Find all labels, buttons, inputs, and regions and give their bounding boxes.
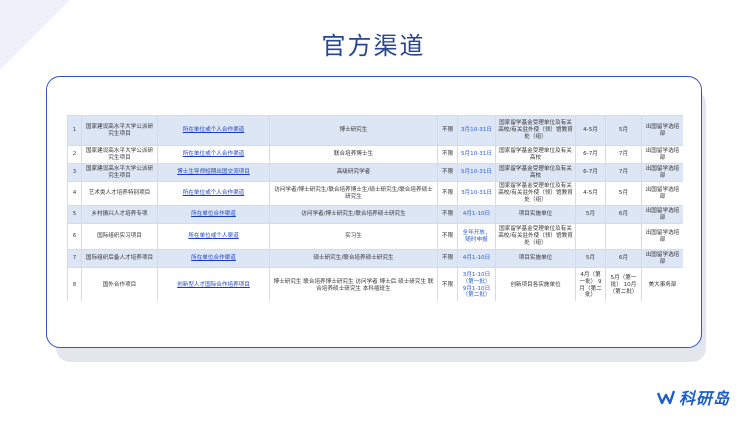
cell-limit: 不限 [437,223,458,250]
cell-c9: 5月 [605,181,642,206]
cell-date: 全年开放，随时申报 [457,223,496,250]
cell-limit: 不限 [437,249,458,268]
program-table: 1 国家建设高水平大学公派研究生项目 所在单位或个人合作渠道 博士研究生 不限 3月10-… [67,115,683,301]
cell-category: 高级研究学者 [269,163,438,182]
cell-no: 3 [67,163,82,182]
cell-c8: 4月（第一批） 9月（第二批） [575,267,606,301]
cell-category: 联合培养博士生 [269,145,438,164]
cell-date: 4月1-10日 [457,205,496,224]
cell-no: 2 [67,145,82,164]
cell-c9: 7月 [605,145,642,164]
brand-logo: 科研岛 [656,386,730,408]
cell-c8: 5月 [575,205,606,224]
cell-c9: 6月 [605,205,642,224]
cell-date: 3月10-31日 [457,115,496,146]
cell-category: 实习生 [269,223,438,250]
table-row: 5 乡村振兴人才培养专项 所在单位合作渠道 访问学者/博士研究生/联合培养硕士研究生不… [67,205,683,224]
cell-limit: 不限 [437,163,458,182]
cell-no: 6 [67,223,82,250]
cell-date: 5月10-31日 [457,145,496,164]
cell-channel[interactable]: 所在单位合作渠道 [157,205,270,224]
cell-unit: 项目实施单位 [495,249,576,268]
cell-channel[interactable]: 所在单位或个人渠道 [157,223,270,250]
cell-no: 8 [67,267,82,301]
table-row: 7 国际组织后备人才培养项目 所在单位合作渠道 硕士研究生/联合培养硕士研究生 不限 4月… [67,249,683,268]
cell-channel[interactable]: 所在单位或个人合作渠道 [157,145,270,164]
cell-channel[interactable]: 所在单位或个人合作渠道 [157,115,270,146]
cell-unit: 国家留学基金受理单位及有关高校/有关驻外使（领）馆教育处（组） [495,223,576,250]
cell-unit: 国家留学基金受理单位及有关高校/有关驻外使（领）馆教育处（组） [495,115,576,146]
cell-c8: 6-7月 [575,145,606,164]
cell-name: 国家建设高水平大学公派研究生项目 [81,163,158,182]
table-row: 3 国家建设高水平大学公派研究生项目 博士生导师短期出国交流项目 高级研究学者 不限 5月… [67,163,683,182]
cell-c9: 5月（第一批） 10月（第二批） [605,267,642,301]
cell-c10: 出国留学选培部 [641,145,683,164]
cell-date: 3月1-10日（第一批） 9月1-10日（第二批） [457,267,496,301]
cell-name: 乡村振兴人才培养专项 [81,205,158,224]
cell-channel[interactable]: 博士生导师短期出国交流项目 [157,163,270,182]
cell-name: 艺术类人才培养特别项目 [81,181,158,206]
table-row: 8 国外合作项目 创新型人才国际合作培养项目 博士研究生 联合培养博士研究生 访问学者… [67,267,683,301]
cell-name: 国际组织后备人才培养项目 [81,249,158,268]
cell-category: 博士研究生 [269,115,438,146]
logo-text: 科研岛 [679,389,731,408]
cell-category: 硕士研究生/联合培养硕士研究生 [269,249,438,268]
cell-c10: 出国留学选培部 [641,223,683,250]
cell-date: 4月1-10日 [457,249,496,268]
cell-unit: 创新项目各实施单位 [495,267,576,301]
page-title: 官方渠道 [321,32,426,60]
cell-c9 [605,223,642,250]
cell-date: 5月10-31日 [457,163,496,182]
cell-c10: 美大事务部 [641,267,683,301]
cell-name: 国家建设高水平大学公派研究生项目 [81,145,158,164]
cell-c8: 5月 [575,249,606,268]
cell-name: 国外合作项目 [81,267,158,301]
cell-category: 访问学者/博士研究生/联合培养博士生/硕士研究生/联合培养硕士研究生 [269,181,438,206]
table-row: 6 国际组织实习项目 所在单位或个人渠道 实习生 不限 全年开放，随时申报 国家留学基金受理… [67,223,683,250]
table-row: 4 艺术类人才培养特别项目 所在单位或个人合作渠道 访问学者/博士研究生/联合培养博士… [67,181,683,206]
cell-c10: 出国留学选培部 [641,249,683,268]
table-row: 2 国家建设高水平大学公派研究生项目 所在单位或个人合作渠道 联合培养博士生 不限 5月1… [67,145,683,164]
cell-no: 1 [67,115,82,146]
cell-no: 5 [67,205,82,224]
cell-c10: 出国留学选培部 [641,181,683,206]
content-frame: 1 国家建设高水平大学公派研究生项目 所在单位或个人合作渠道 博士研究生 不限 3月10-… [46,76,702,348]
cell-limit: 不限 [437,145,458,164]
cell-unit: 国家留学基金受理单位及有关高校 [495,145,576,164]
cell-c10: 出国留学选培部 [641,115,683,146]
cell-limit: 不限 [437,181,458,206]
logo-icon [656,390,676,405]
cell-limit: 不限 [437,267,458,301]
cell-category: 博士研究生 联合培养博士研究生 访问学者 博士后 硕士研究生 联合培养硕士研究生… [269,267,438,301]
cell-c8 [575,223,606,250]
cell-c9: 7月 [605,163,642,182]
cell-channel[interactable]: 所在单位合作渠道 [157,249,270,268]
cell-channel[interactable]: 所在单位或个人合作渠道 [157,181,270,206]
cell-category: 访问学者/博士研究生/联合培养硕士研究生 [269,205,438,224]
cell-name: 国家建设高水平大学公派研究生项目 [81,115,158,146]
cell-no: 4 [67,181,82,206]
cell-channel[interactable]: 创新型人才国际合作培养项目 [157,267,270,301]
cell-date: 3月10-31日 [457,181,496,206]
cell-c8: 4-5月 [575,115,606,146]
cell-limit: 不限 [437,115,458,146]
cell-c8: 4-5月 [575,181,606,206]
cell-c8: 6-7月 [575,163,606,182]
cell-c9: 5月 [605,115,642,146]
cell-unit: 国家留学基金受理单位及有关高校 [495,163,576,182]
table-row: 1 国家建设高水平大学公派研究生项目 所在单位或个人合作渠道 博士研究生 不限 3月10-… [67,115,683,146]
cell-name: 国际组织实习项目 [81,223,158,250]
cell-limit: 不限 [437,205,458,224]
cell-unit: 项目实施单位 [495,205,576,224]
program-table-wrapper: 1 国家建设高水平大学公派研究生项目 所在单位或个人合作渠道 博士研究生 不限 3月10-… [67,115,683,301]
cell-unit: 国家留学基金受理单位及有关高校/有关驻外使（领）馆教育处（组） [495,181,576,206]
cell-c10: 出国留学选培部 [641,205,683,224]
cell-c9: 6月 [605,249,642,268]
cell-c10: 出国留学选培部 [641,163,683,182]
cell-no: 7 [67,249,82,268]
